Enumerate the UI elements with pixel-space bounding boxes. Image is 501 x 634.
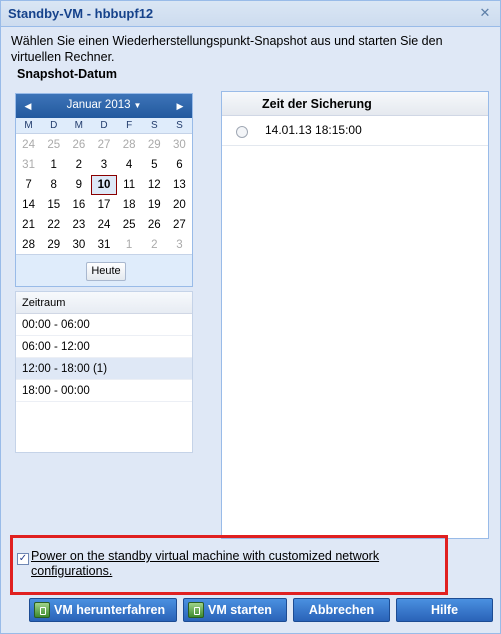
calendar-day[interactable]: 15 [41, 195, 66, 215]
weekday-label: S [176, 120, 183, 131]
calendar-day[interactable]: 22 [41, 215, 66, 235]
weekday-header: M D M D F S S [16, 118, 192, 134]
calendar-day[interactable]: 17 [91, 195, 116, 215]
today-button[interactable]: Heute [86, 262, 126, 281]
calendar-days: 24 25 26 27 28 29 30 31 1 2 3 4 5 6 7 8 9 10 11 12 13 14 15 16 1… [16, 134, 192, 255]
calendar-day[interactable]: 18 [117, 195, 142, 215]
calendar-day[interactable]: 11 [117, 175, 142, 195]
weekday-label: D [50, 120, 58, 131]
calendar-day[interactable]: 24 [91, 215, 116, 235]
calendar-day[interactable]: 13 [167, 175, 192, 195]
calendar-day[interactable]: 20 [167, 195, 192, 215]
title-bar: Standby-VM - hbbupf12 ✕ [1, 1, 500, 27]
backup-time-header-label: Zeit der Sicherung [262, 97, 372, 111]
calendar-day[interactable]: 4 [117, 155, 142, 175]
calendar-day[interactable]: 31 [16, 155, 41, 175]
calendar-day[interactable]: 29 [142, 135, 167, 155]
calendar-day[interactable]: 19 [142, 195, 167, 215]
calendar-day[interactable]: 12 [142, 175, 167, 195]
next-month-icon[interactable]: ▶ [174, 99, 186, 113]
month-label: Januar 2013 [66, 99, 131, 111]
calendar-day[interactable]: 5 [142, 155, 167, 175]
calendar-day[interactable]: 16 [66, 195, 91, 215]
time-range-list: Zeitraum 00:00 - 06:00 06:00 - 12:00 12:… [15, 291, 193, 453]
calendar-day[interactable]: 10 [91, 175, 117, 195]
calendar-day[interactable]: 7 [16, 175, 41, 195]
calendar-day[interactable]: 26 [142, 215, 167, 235]
start-vm-button[interactable]: VM starten [183, 598, 287, 622]
backup-time-row[interactable]: 14.01.13 18:15:00 [222, 116, 488, 146]
weekday-label: M [74, 120, 84, 131]
weekday-label: D [100, 120, 108, 131]
calendar-day[interactable]: 1 [117, 235, 142, 255]
snapshot-date-label: Snapshot-Datum [17, 67, 117, 81]
calendar-day[interactable]: 25 [117, 215, 142, 235]
snapshot-radio[interactable] [236, 126, 248, 138]
weekday-label: F [126, 120, 133, 131]
backup-time-value: 14.01.13 18:15:00 [265, 123, 362, 137]
calendar-day[interactable]: 21 [16, 215, 41, 235]
time-range-item-selected[interactable]: 12:00 - 18:00 (1) [16, 358, 192, 380]
calendar-day[interactable]: 9 [66, 175, 91, 195]
calendar-day[interactable]: 2 [66, 155, 91, 175]
chevron-down-icon: ▼ [133, 101, 142, 110]
calendar-day[interactable]: 6 [167, 155, 192, 175]
calendar-day[interactable]: 25 [41, 135, 66, 155]
calendar-day[interactable]: 30 [66, 235, 91, 255]
calendar-day[interactable]: 29 [41, 235, 66, 255]
calendar-day[interactable]: 27 [91, 135, 116, 155]
cancel-button[interactable]: Abbrechen [293, 598, 390, 622]
calendar-day[interactable]: 1 [41, 155, 66, 175]
shutdown-vm-label: VM herunterfahren [54, 603, 166, 617]
network-config-checkbox[interactable]: ✓ [17, 553, 29, 565]
calendar-footer: Heute [16, 254, 192, 286]
calendar-day[interactable]: 8 [41, 175, 66, 195]
calendar-day[interactable]: 2 [142, 235, 167, 255]
close-icon[interactable]: ✕ [478, 7, 492, 21]
date-picker: ◀ Januar 2013 ▼ ▶ M D M D F S S 24 25 26 27 2… [15, 93, 193, 287]
standby-vm-dialog: Standby-VM - hbbupf12 ✕ Wählen Sie einen… [0, 0, 501, 634]
calendar-day[interactable]: 26 [66, 135, 91, 155]
vm-icon [34, 602, 50, 618]
time-range-item[interactable]: 06:00 - 12:00 [16, 336, 192, 358]
calendar-day[interactable]: 3 [91, 155, 116, 175]
calendar-day[interactable]: 24 [16, 135, 41, 155]
calendar-day[interactable]: 3 [167, 235, 192, 255]
calendar-day[interactable]: 31 [91, 235, 116, 255]
calendar-day[interactable]: 23 [66, 215, 91, 235]
shutdown-vm-button[interactable]: VM herunterfahren [29, 598, 177, 622]
calendar-day[interactable]: 14 [16, 195, 41, 215]
help-button[interactable]: Hilfe [396, 598, 493, 622]
vm-icon [188, 602, 204, 618]
weekday-label: M [24, 120, 33, 131]
window-title: Standby-VM - hbbupf12 [8, 6, 154, 21]
calendar-header: ◀ Januar 2013 ▼ ▶ [16, 94, 192, 118]
time-range-item[interactable]: 00:00 - 06:00 [16, 314, 192, 336]
calendar-day[interactable]: 30 [167, 135, 192, 155]
calendar-day[interactable]: 28 [117, 135, 142, 155]
weekday-label: S [150, 120, 158, 131]
start-vm-label: VM starten [208, 603, 272, 617]
backup-time-header: Zeit der Sicherung [222, 92, 488, 116]
month-selector[interactable]: Januar 2013 ▼ [16, 99, 192, 111]
intro-text: Wählen Sie einen Wiederherstellungspunkt… [11, 34, 443, 64]
calendar-day[interactable]: 28 [16, 235, 41, 255]
time-range-item[interactable]: 18:00 - 00:00 [16, 380, 192, 402]
calendar-day[interactable]: 27 [167, 215, 192, 235]
network-config-label[interactable]: Power on the standby virtual machine wit… [31, 549, 441, 579]
backup-time-list: Zeit der Sicherung 14.01.13 18:15:00 [221, 91, 489, 539]
time-range-header: Zeitraum [16, 292, 192, 314]
